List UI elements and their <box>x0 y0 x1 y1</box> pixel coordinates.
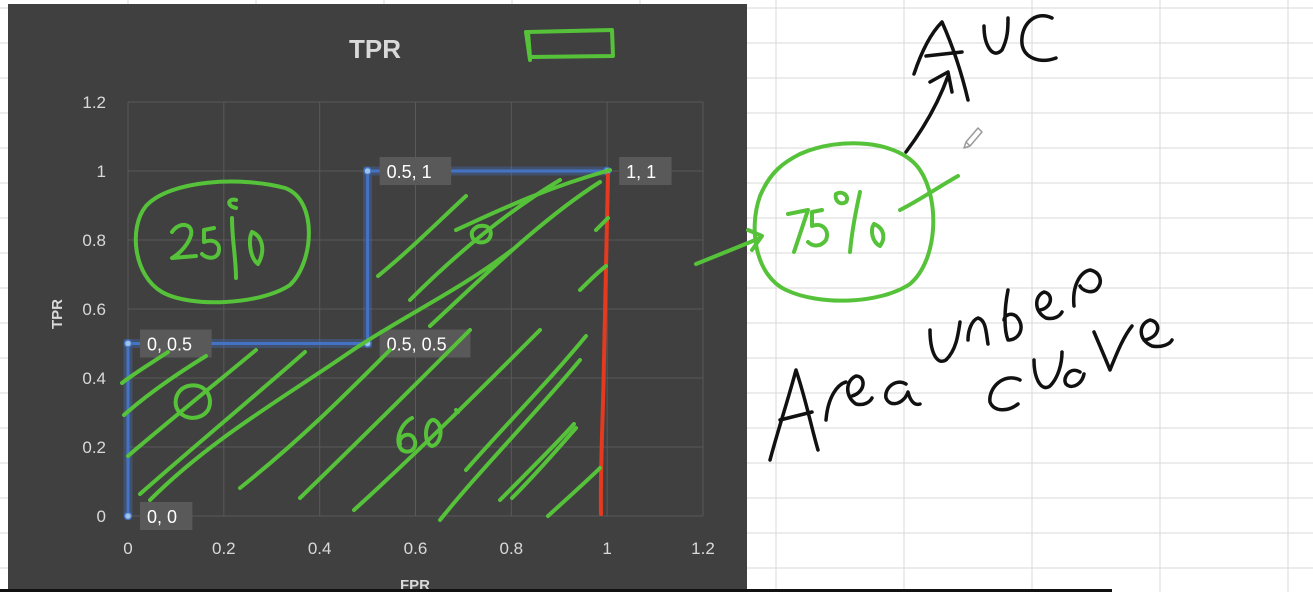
y-tick-label: 0.2 <box>82 438 106 457</box>
x-tick-label: 0.2 <box>212 539 236 558</box>
y-axis-label: TPR <box>49 299 66 329</box>
y-tick-label: 0.8 <box>82 231 106 250</box>
data-point[interactable] <box>123 339 133 348</box>
data-label: 0.5, 1 <box>379 157 452 185</box>
roc-chart: 0 0.2 0.4 0.6 0.8 1 1.2 0 0.2 0.4 0.6 0.8 1 1.2 0, 0 0… <box>49 34 715 592</box>
y-tick-label: 1 <box>97 162 106 181</box>
data-point[interactable] <box>123 511 133 521</box>
data-label-text: 0, 0.5 <box>147 335 192 355</box>
x-tick-label: 0.6 <box>404 539 428 558</box>
data-label: 1, 1 <box>619 157 672 185</box>
x-tick-label: 0 <box>123 539 132 558</box>
data-label: 0, 0.5 <box>140 329 212 358</box>
y-tick-label: 0.6 <box>82 300 106 319</box>
chart-title: TPR <box>349 34 401 64</box>
data-label: 0.5, 0.5 <box>379 329 471 358</box>
data-point[interactable] <box>363 339 372 348</box>
y-tick-label: 0.4 <box>82 369 106 388</box>
data-label-text: 0.5, 0.5 <box>387 335 447 355</box>
chart-area[interactable]: 0 0.2 0.4 0.6 0.8 1 1.2 0 0.2 0.4 0.6 0.8 1 1.2 0, 0 0… <box>8 4 747 592</box>
data-label-text: 0, 0 <box>147 507 177 527</box>
x-tick-label: 1.2 <box>691 539 715 558</box>
x-tick-label: 1 <box>602 539 611 558</box>
y-tick-label: 1.2 <box>82 93 106 112</box>
data-label-text: 1, 1 <box>626 162 656 182</box>
data-point[interactable] <box>602 166 612 176</box>
x-tick-label: 0.8 <box>500 539 524 558</box>
y-tick-label: 0 <box>97 507 106 526</box>
data-label: 0, 0 <box>140 502 193 530</box>
data-point[interactable] <box>363 166 372 176</box>
x-tick-label: 0.4 <box>308 539 332 558</box>
data-label-text: 0.5, 1 <box>387 162 432 182</box>
